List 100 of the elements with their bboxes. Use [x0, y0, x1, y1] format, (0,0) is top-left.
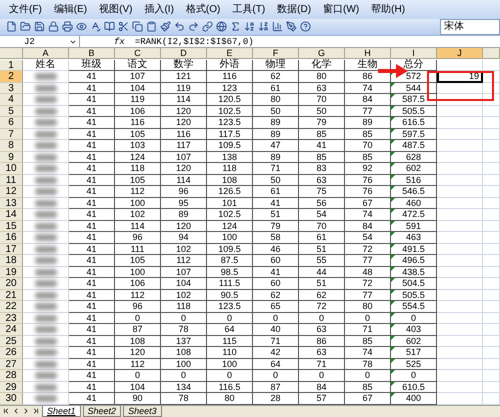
table-cell: 85	[345, 128, 391, 140]
row-header[interactable]: 22	[0, 301, 23, 313]
table-cell	[437, 209, 483, 221]
row-header[interactable]: 10	[0, 163, 23, 175]
row-header[interactable]: 2	[0, 71, 23, 83]
row-header[interactable]: 17	[0, 244, 23, 256]
table-cell: 70	[299, 220, 345, 232]
column-header[interactable]: I	[391, 48, 437, 60]
row-header[interactable]: 3	[0, 82, 23, 94]
sheet-tab[interactable]: Sheet3	[123, 406, 162, 417]
row-header[interactable]: 4	[0, 94, 23, 106]
row-header[interactable]: 13	[0, 198, 23, 210]
table-cell: 116	[115, 117, 161, 129]
row-header[interactable]: 29	[0, 382, 23, 394]
link-icon[interactable]	[202, 21, 213, 32]
printer-icon[interactable]	[62, 21, 73, 32]
menu-item[interactable]: 格式(O)	[180, 2, 226, 16]
table-cell: 71	[253, 336, 299, 348]
row-header[interactable]: 5	[0, 106, 23, 118]
table-cell: 87	[115, 324, 161, 336]
row-header[interactable]: 23	[0, 312, 23, 324]
undo-icon[interactable]	[174, 21, 185, 32]
menu-item[interactable]: 文件(F)	[4, 2, 47, 16]
sheet-tab[interactable]: Sheet2	[82, 406, 122, 417]
column-header[interactable]: B	[69, 48, 115, 60]
table-cell: 40	[253, 324, 299, 336]
column-header[interactable]: D	[161, 48, 207, 60]
row-header[interactable]: 27	[0, 358, 23, 370]
table-cell: 587.5	[391, 94, 437, 106]
paintbrush-icon[interactable]	[160, 21, 171, 32]
copy-icon[interactable]	[132, 21, 143, 32]
menu-item[interactable]: 窗口(W)	[318, 2, 364, 16]
next-sheet-icon[interactable]	[22, 407, 30, 416]
row-header[interactable]: 12	[0, 186, 23, 198]
column-header[interactable]: A	[23, 48, 69, 60]
help-icon[interactable]	[300, 21, 311, 32]
row-header[interactable]: 15	[0, 220, 23, 232]
folder-icon[interactable]	[20, 21, 31, 32]
menu-item[interactable]: 编辑(E)	[48, 2, 92, 16]
scissors-icon[interactable]	[118, 21, 129, 32]
first-sheet-icon[interactable]	[2, 407, 10, 416]
blurred-name	[34, 360, 56, 368]
lock-icon[interactable]	[48, 21, 59, 32]
menu-item[interactable]: 视图(V)	[94, 2, 138, 16]
formula-text[interactable]: =RANK(I2,$I$2:$I$67,0)	[134, 36, 254, 47]
clipboard-icon[interactable]	[146, 21, 157, 32]
table-cell: 108	[115, 336, 161, 348]
chart-icon[interactable]	[272, 21, 283, 32]
column-header[interactable]: F	[253, 48, 299, 60]
sheet-tab[interactable]: Sheet1	[42, 406, 81, 417]
row-header[interactable]: 28	[0, 370, 23, 382]
menu-item[interactable]: 工具(T)	[227, 2, 270, 16]
eye-icon[interactable]	[76, 21, 87, 32]
menu-item[interactable]: 数据(D)	[272, 2, 316, 16]
menu-item[interactable]: 帮助(H)	[366, 2, 410, 16]
column-header[interactable]: G	[299, 48, 345, 60]
row-header[interactable]: 24	[0, 324, 23, 336]
name-box[interactable]: J2	[0, 36, 80, 48]
menu-item[interactable]: 插入(I)	[139, 2, 179, 16]
save-icon[interactable]	[34, 21, 45, 32]
file-icon[interactable]	[6, 21, 17, 32]
last-sheet-icon[interactable]	[32, 407, 40, 416]
row-header[interactable]: 19	[0, 266, 23, 278]
column-header[interactable]: E	[207, 48, 253, 60]
row-header[interactable]: 1	[0, 60, 23, 72]
row-header[interactable]: 14	[0, 209, 23, 221]
row-header[interactable]: 8	[0, 140, 23, 152]
column-header[interactable]: C	[115, 48, 161, 60]
table-cell: 505.5	[391, 106, 437, 118]
redo-icon[interactable]	[188, 21, 199, 32]
globe-icon[interactable]	[216, 21, 227, 32]
function-button[interactable]: fx	[114, 36, 125, 47]
book-icon[interactable]	[104, 21, 115, 32]
row-header[interactable]: 26	[0, 347, 23, 359]
row-header[interactable]: 18	[0, 255, 23, 267]
sort-ascending-icon[interactable]	[244, 21, 255, 32]
spellcheck-icon[interactable]	[90, 21, 101, 32]
row-header[interactable]: 25	[0, 336, 23, 348]
previous-sheet-icon[interactable]	[12, 407, 20, 416]
sigma-icon[interactable]	[230, 21, 241, 32]
pen-icon[interactable]	[286, 21, 297, 32]
row-header[interactable]: 11	[0, 174, 23, 186]
table-cell	[483, 198, 500, 210]
row-header[interactable]: 16	[0, 232, 23, 244]
column-header[interactable]: J	[437, 48, 483, 60]
row-header[interactable]: 6	[0, 117, 23, 129]
row-header[interactable]: 21	[0, 290, 23, 302]
table-cell	[437, 163, 483, 175]
font-field[interactable]: 宋体	[440, 18, 500, 35]
row-header[interactable]: 7	[0, 128, 23, 140]
row-header[interactable]: 20	[0, 278, 23, 290]
table-cell: 123	[207, 82, 253, 94]
column-header[interactable]: H	[345, 48, 391, 60]
table-cell: 107	[161, 152, 207, 164]
table-cell: 123.5	[207, 301, 253, 313]
sort-descending-icon[interactable]	[258, 21, 269, 32]
row-header[interactable]: 9	[0, 152, 23, 164]
row-header[interactable]: 30	[0, 393, 23, 405]
table-cell	[483, 347, 500, 359]
table-cell	[437, 370, 483, 382]
